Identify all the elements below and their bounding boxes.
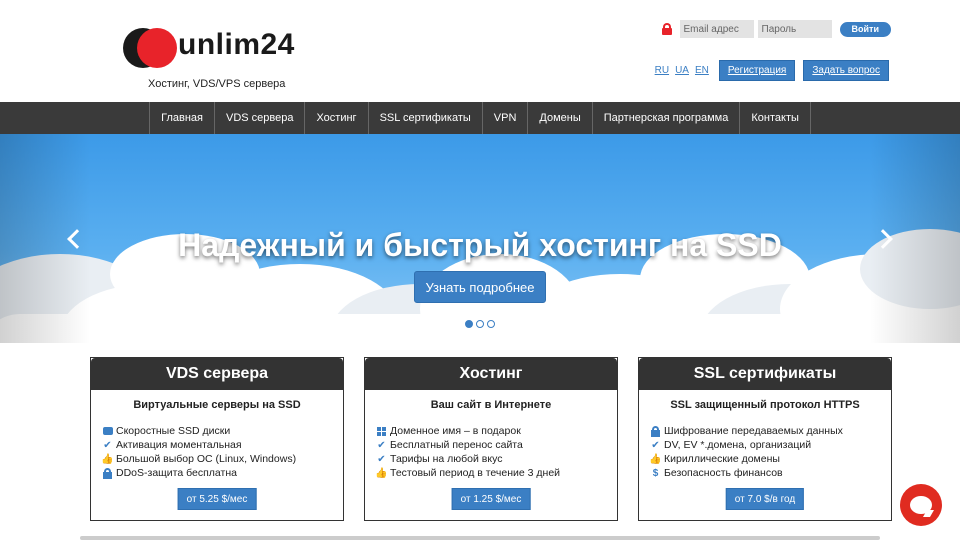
slide-dot-2[interactable]	[476, 320, 484, 328]
thumbs-up-icon: 👍	[649, 453, 662, 465]
price-button[interactable]: от 1.25 $/мес	[451, 488, 531, 510]
nav-item-vds[interactable]: VDS сервера	[213, 102, 304, 134]
login-form: Войти	[661, 20, 891, 38]
check-icon: ✔	[377, 439, 386, 451]
list-item: 👍 Большой выбор ОС (Linux, Windows)	[101, 453, 297, 465]
list-item: ✔ Тарифы на любой вкус	[377, 453, 503, 465]
check-icon: ✔	[103, 439, 112, 451]
card-subtitle: Виртуальные серверы на SSD	[133, 399, 301, 411]
feature-list: Доменное имя – в подарок ✔ Бесплатный пер…	[375, 424, 617, 480]
ask-question-button[interactable]: Задать вопрос	[803, 60, 889, 81]
hero-title: Надежный и быстрый хостинг на SSD	[178, 227, 782, 263]
login-button[interactable]: Войти	[839, 21, 891, 37]
password-field[interactable]	[757, 20, 832, 38]
chat-bubble-icon	[910, 496, 932, 514]
lang-en-link[interactable]: EN	[695, 65, 709, 76]
services-section: VDS сервера Виртуальные серверы на SSD С…	[0, 343, 960, 540]
nav-item-contacts[interactable]: Контакты	[739, 102, 811, 134]
service-card-ssl: SSL сертификаты SSL защищенный протокол …	[638, 357, 892, 521]
card-subtitle: SSL защищенный протокол HTTPS	[670, 399, 860, 411]
slider-dots	[465, 320, 495, 328]
list-item: ✔ Бесплатный перенос сайта	[377, 439, 523, 451]
check-icon: ✔	[377, 453, 386, 465]
slide-dot-1[interactable]	[465, 320, 473, 328]
email-field[interactable]	[679, 20, 754, 38]
nav-item-domains[interactable]: Домены	[527, 102, 591, 134]
lang-ua-link[interactable]: UA	[675, 65, 689, 76]
list-item: ✔ DV, EV *.домена, организаций	[651, 439, 812, 451]
card-title: VDS сервера	[91, 358, 343, 390]
slide-dot-3[interactable]	[487, 320, 495, 328]
register-button[interactable]: Регистрация	[718, 60, 796, 81]
service-card-hosting: Хостинг Ваш сайт в Интернете Доменное им…	[364, 357, 618, 521]
section-divider	[80, 536, 880, 540]
lock-icon	[650, 425, 661, 437]
header-actions: RU UA EN Регистрация Задать вопрос	[655, 60, 889, 81]
learn-more-button[interactable]: Узнать подробнее	[414, 271, 546, 303]
nav-item-home[interactable]: Главная	[149, 102, 214, 134]
disk-icon	[102, 426, 113, 437]
list-item: DDoS-защита бесплатна	[102, 466, 343, 480]
list-item: Скоростные SSD диски	[102, 424, 343, 438]
card-title: SSL сертификаты	[639, 358, 891, 390]
card-title: Хостинг	[365, 358, 617, 390]
list-item: ✔ Активация моментальная	[103, 439, 242, 451]
nav-item-partner[interactable]: Партнерская программа	[591, 102, 740, 134]
feature-list: Шифрование передаваемых данных ✔ DV, EV *…	[649, 424, 891, 480]
list-item: $ Безопасность финансов	[650, 466, 891, 480]
list-item: Шифрование передаваемых данных	[650, 424, 891, 438]
feature-list: Скоростные SSD диски ✔ Активация моментал…	[101, 424, 343, 480]
hero-slider: Надежный и быстрый хостинг на SSD Узнать…	[0, 134, 960, 343]
chat-widget-button[interactable]	[900, 484, 942, 526]
service-card-vds: VDS сервера Виртуальные серверы на SSD С…	[90, 357, 344, 521]
thumbs-up-icon: 👍	[375, 467, 388, 479]
check-icon: ✔	[651, 439, 660, 451]
list-item: 👍 Тестовый период в течение 3 дней	[375, 467, 561, 479]
grid-icon	[376, 426, 387, 437]
thumbs-up-icon: 👍	[101, 453, 114, 465]
price-button[interactable]: от 5.25 $/мес	[177, 488, 257, 510]
brand-name[interactable]: unlim24	[178, 28, 295, 62]
list-item: Доменное имя – в подарок	[376, 424, 617, 438]
price-button[interactable]: от 7.0 $/в год	[725, 488, 805, 510]
dollar-icon: $	[652, 467, 659, 479]
card-subtitle: Ваш сайт в Интернете	[430, 399, 552, 411]
list-item: 👍 Кириллические домены	[649, 453, 780, 465]
lock-icon	[661, 23, 672, 35]
nav-item-vpn[interactable]: VPN	[481, 102, 528, 134]
main-nav: Главная VDS сервера Хостинг SSL сертифик…	[0, 102, 960, 134]
brand-tagline: Хостинг, VDS/VPS сервера	[148, 78, 286, 90]
site-header: unlim24 Хостинг, VDS/VPS сервера Войти R…	[0, 0, 960, 102]
lock-icon	[102, 467, 113, 479]
nav-item-ssl[interactable]: SSL сертификаты	[367, 102, 482, 134]
nav-item-hosting[interactable]: Хостинг	[304, 102, 367, 134]
lang-ru-link[interactable]: RU	[655, 65, 669, 76]
logo-icon[interactable]	[123, 28, 183, 68]
